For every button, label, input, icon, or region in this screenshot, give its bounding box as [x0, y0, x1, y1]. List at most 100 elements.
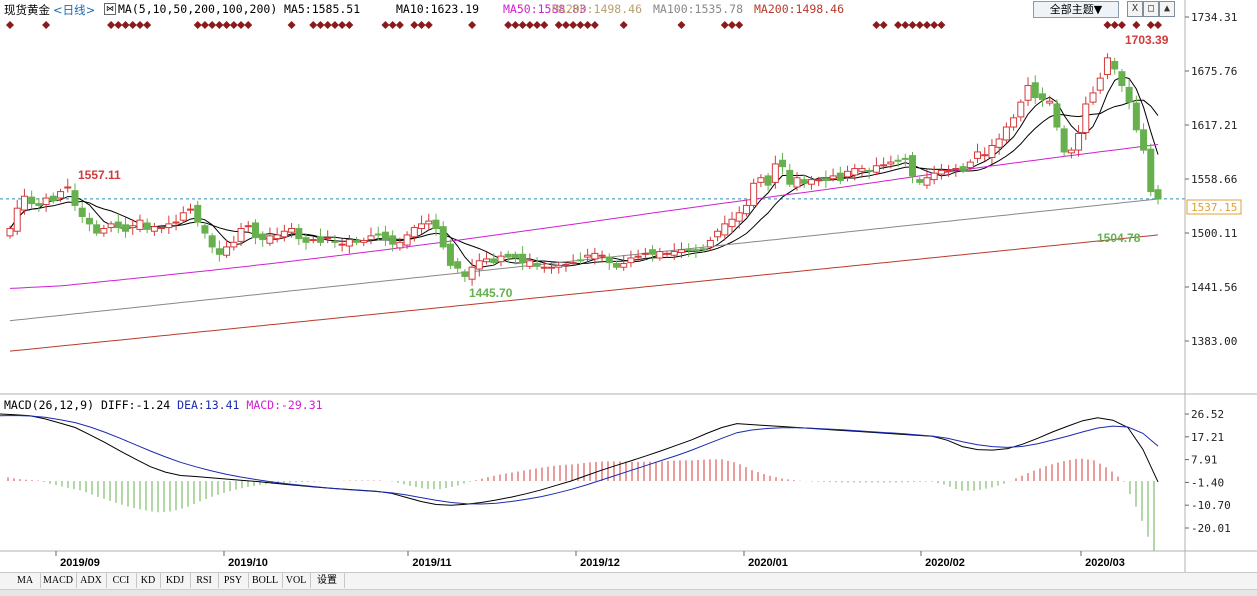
candle-body: [93, 224, 101, 234]
candle-body: [945, 169, 953, 172]
candle-body: [1140, 129, 1148, 151]
candle-body: [677, 249, 685, 253]
candle-body: [78, 207, 86, 217]
candle-body: [1132, 102, 1140, 131]
candle-body: [728, 218, 736, 228]
candle-body: [454, 261, 462, 269]
candle-body: [143, 222, 151, 230]
candle-body: [158, 227, 166, 230]
candle-body: [656, 251, 664, 259]
macd-diff: DIFF:-1.24: [100, 398, 171, 412]
date-tick-label: 2019/09: [60, 557, 100, 569]
tab-vol[interactable]: VOL: [282, 573, 311, 588]
tab-cci[interactable]: CCI: [106, 573, 137, 588]
candle-body: [1017, 101, 1025, 118]
price-tick-label: 1675.76: [1191, 65, 1237, 78]
candle-body: [1118, 71, 1126, 87]
candle-body: [461, 271, 469, 277]
candle-body: [627, 257, 635, 264]
tab-psy[interactable]: PSY: [218, 573, 249, 588]
candle-body: [511, 253, 519, 259]
candle-body: [280, 230, 288, 238]
candle-body: [865, 169, 873, 172]
candle-body: [64, 186, 72, 189]
candle-body: [201, 225, 209, 234]
candle-body: [165, 223, 173, 229]
candle-body: [519, 253, 527, 264]
candle-body: [620, 263, 628, 268]
candle-body: [836, 172, 844, 182]
candle-body: [706, 239, 714, 248]
candlestick-chart: 1734.31 1675.76 1617.21 1558.66 1500.11 1441.…: [0, 0, 1257, 595]
candle-body: [425, 220, 433, 225]
candle-body: [981, 154, 989, 157]
low-annotation: 1445.70: [469, 286, 513, 300]
period-label[interactable]: <日线>: [53, 2, 95, 18]
candle-body: [418, 223, 426, 229]
candle-body: [57, 191, 65, 199]
candle-body: [302, 237, 310, 243]
tab-rsi[interactable]: RSI: [190, 573, 219, 588]
candle-body: [194, 204, 202, 223]
candle-body: [1103, 57, 1111, 75]
date-tick-label: 2019/12: [580, 557, 620, 569]
candle-body: [894, 159, 902, 162]
candle-body: [389, 235, 397, 245]
candle-body: [446, 243, 454, 266]
candle-body: [548, 266, 556, 269]
candle-body: [742, 204, 750, 215]
candle-body: [685, 249, 693, 252]
tab-boll[interactable]: BOLL: [248, 573, 283, 588]
candle-body: [663, 252, 671, 255]
candle-body: [1060, 128, 1068, 153]
candle-body: [35, 203, 43, 206]
candle-body: [353, 239, 361, 243]
candle-body: [6, 227, 14, 237]
tab-kdj[interactable]: KDJ: [160, 573, 191, 588]
candle-body: [851, 168, 859, 176]
tab-kd[interactable]: KD: [136, 573, 161, 588]
restore-icon[interactable]: □: [1143, 1, 1159, 17]
candle-body: [432, 219, 440, 229]
collapse-icon[interactable]: ▲: [1159, 1, 1175, 17]
price-tick-label: 1383.00: [1191, 335, 1237, 348]
candle-body: [122, 224, 130, 232]
candle-body: [1096, 77, 1104, 91]
candle-body: [988, 144, 996, 158]
tab-adx[interactable]: ADX: [76, 573, 107, 588]
candle-body: [555, 264, 563, 268]
candle-body: [1038, 93, 1046, 100]
candle-body: [930, 172, 938, 181]
candle-body: [699, 248, 707, 251]
candle-body: [1031, 82, 1039, 99]
candle-body: [692, 249, 700, 252]
tab-macd[interactable]: MACD: [40, 573, 77, 588]
candle-body: [872, 165, 880, 173]
candle-body: [605, 256, 613, 264]
candle-body: [1125, 86, 1133, 103]
candle-body: [251, 222, 259, 239]
macd-label: MACD(26,12,9): [4, 398, 95, 412]
candle-body: [937, 169, 945, 175]
candle-body: [714, 230, 722, 238]
current-price-text: 1537.15: [1191, 201, 1237, 214]
candle-body: [490, 258, 498, 264]
date-tick-label: 2020/02: [925, 557, 965, 569]
ma-settings-icon[interactable]: ⋈: [104, 3, 116, 15]
themes-dropdown[interactable]: 全部主题▼: [1033, 1, 1119, 18]
candle-body: [1147, 148, 1155, 193]
ma5-value: MA5:1585.51: [284, 2, 361, 16]
candle-body: [136, 219, 144, 230]
date-tick-label: 2020/03: [1085, 557, 1125, 569]
mid-high-annotation: 1557.11: [78, 168, 121, 182]
candle-body: [179, 212, 187, 221]
candle-body: [309, 239, 317, 242]
tab-设置[interactable]: 设置: [310, 573, 345, 588]
candle-body: [576, 259, 584, 262]
candle-body: [966, 161, 974, 169]
candle-body: [266, 235, 274, 244]
close-icon[interactable]: X: [1127, 1, 1143, 17]
tab-ma[interactable]: MA: [10, 573, 41, 588]
candle-body: [483, 258, 491, 263]
recent-low-annotation: 1504.78: [1097, 231, 1141, 245]
